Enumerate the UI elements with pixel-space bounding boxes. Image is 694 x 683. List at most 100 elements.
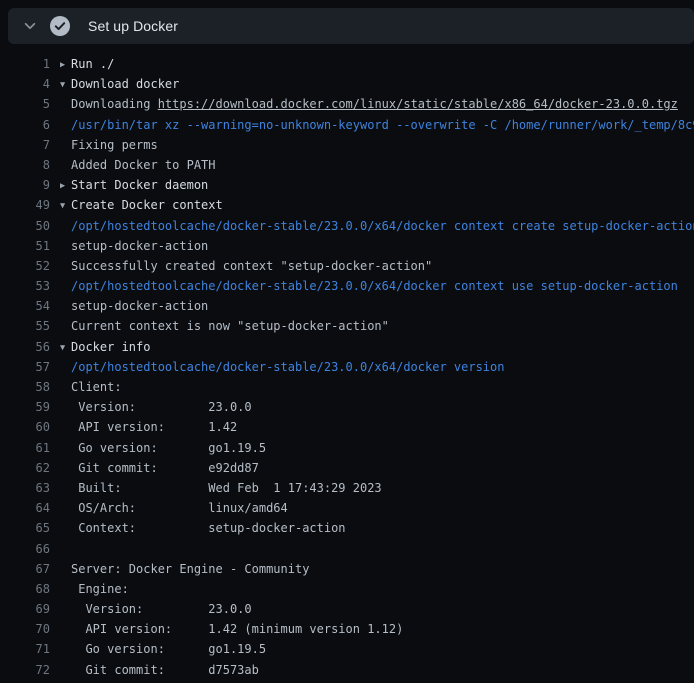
log-line: 64 OS/Arch: linux/amd64 <box>0 498 694 518</box>
line-number[interactable]: 1 <box>0 54 50 74</box>
line-number[interactable]: 66 <box>0 539 50 559</box>
line-number[interactable]: 54 <box>0 296 50 316</box>
line-content: Version: 23.0.0 <box>60 599 252 619</box>
line-content: /opt/hostedtoolcache/docker-stable/23.0.… <box>60 357 504 377</box>
log-text: Go version: go1.19.5 <box>71 642 266 656</box>
line-number[interactable]: 69 <box>0 599 50 619</box>
line-content: Added Docker to PATH <box>60 155 216 175</box>
line-content: Fixing perms <box>60 135 158 155</box>
log-group-row[interactable]: 49▼Create Docker context <box>0 195 694 215</box>
log-line: 50/opt/hostedtoolcache/docker-stable/23.… <box>0 216 694 236</box>
line-content: /opt/hostedtoolcache/docker-stable/23.0.… <box>60 216 694 236</box>
log-line: 5 Downloading https://download.docker.com… <box>0 94 694 114</box>
log-text: Engine: <box>71 582 129 596</box>
line-number[interactable]: 56 <box>0 337 50 357</box>
group-title: Start Docker daemon <box>71 178 208 192</box>
line-number[interactable]: 68 <box>0 579 50 599</box>
line-content: Version: 23.0.0 <box>60 397 252 417</box>
command-text: /opt/hostedtoolcache/docker-stable/23.0.… <box>71 219 694 233</box>
log-text: Built: Wed Feb 1 17:43:29 2023 <box>71 481 382 495</box>
line-content <box>60 539 71 559</box>
command-text: /opt/hostedtoolcache/docker-stable/23.0.… <box>71 360 504 374</box>
line-number[interactable]: 70 <box>0 619 50 639</box>
line-content: API version: 1.42 <box>60 417 237 437</box>
line-content: ▶Start Docker daemon <box>60 175 208 195</box>
log-text: Added Docker to PATH <box>71 158 216 172</box>
step-title: Set up Docker <box>88 18 178 34</box>
log-text: Go version: go1.19.5 <box>71 441 266 455</box>
log-line: 71 Go version: go1.19.5 <box>0 639 694 659</box>
line-number[interactable]: 9 <box>0 175 50 195</box>
command-text: /usr/bin/tar xz --warning=no-unknown-key… <box>71 118 694 132</box>
log-text: Server: Docker Engine - Community <box>71 562 309 576</box>
log-line: 62 Git commit: e92dd87 <box>0 458 694 478</box>
triangle-down-icon[interactable]: ▼ <box>60 196 71 215</box>
line-number[interactable]: 52 <box>0 256 50 276</box>
line-number[interactable]: 62 <box>0 458 50 478</box>
line-number[interactable]: 63 <box>0 478 50 498</box>
log-line: 58Client: <box>0 377 694 397</box>
log-text: Downloading <box>71 97 158 111</box>
line-number[interactable]: 55 <box>0 316 50 336</box>
log-line: 59 Version: 23.0.0 <box>0 397 694 417</box>
line-number[interactable]: 67 <box>0 559 50 579</box>
line-number[interactable]: 60 <box>0 417 50 437</box>
log-group-row[interactable]: 9 ▶Start Docker daemon <box>0 175 694 195</box>
chevron-down-icon[interactable] <box>22 18 38 34</box>
log-text: Git commit: d7573ab <box>71 663 259 677</box>
log-line: 70 API version: 1.42 (minimum version 1.… <box>0 619 694 639</box>
line-number[interactable]: 57 <box>0 357 50 377</box>
log-text: API version: 1.42 <box>71 420 237 434</box>
line-number[interactable]: 64 <box>0 498 50 518</box>
line-number[interactable]: 65 <box>0 518 50 538</box>
log-line: 6/usr/bin/tar xz --warning=no-unknown-ke… <box>0 115 694 135</box>
log-text: Version: 23.0.0 <box>71 602 252 616</box>
log-text: Git commit: e92dd87 <box>71 461 259 475</box>
line-content: Git commit: d7573ab <box>60 660 259 680</box>
log-group-row[interactable]: 4▼Download docker <box>0 74 694 94</box>
download-url-link[interactable]: https://download.docker.com/linux/static… <box>158 97 678 111</box>
line-content: /usr/bin/tar xz --warning=no-unknown-key… <box>60 115 694 135</box>
log-container: 1▶Run ./4▼Download docker5Downloading ht… <box>0 54 694 680</box>
log-line: 60 API version: 1.42 <box>0 417 694 437</box>
line-number[interactable]: 59 <box>0 397 50 417</box>
triangle-down-icon[interactable]: ▼ <box>60 75 71 94</box>
line-number[interactable]: 51 <box>0 236 50 256</box>
line-content: Current context is now "setup-docker-act… <box>60 316 389 336</box>
line-number[interactable]: 53 <box>0 276 50 296</box>
log-text: OS/Arch: linux/amd64 <box>71 501 288 515</box>
line-number[interactable]: 72 <box>0 660 50 680</box>
line-number[interactable]: 5 <box>0 94 50 114</box>
log-text: Context: setup-docker-action <box>71 521 346 535</box>
line-content: setup-docker-action <box>60 296 208 316</box>
line-number[interactable]: 61 <box>0 438 50 458</box>
log-line: 51setup-docker-action <box>0 236 694 256</box>
triangle-right-icon[interactable]: ▶ <box>60 176 71 195</box>
line-number[interactable]: 49 <box>0 195 50 215</box>
log-text: Successfully created context "setup-dock… <box>71 259 432 273</box>
line-number[interactable]: 7 <box>0 135 50 155</box>
line-content: Context: setup-docker-action <box>60 518 346 538</box>
log-line: 66 <box>0 539 694 559</box>
line-number[interactable]: 4 <box>0 74 50 94</box>
log-text: setup-docker-action <box>71 299 208 313</box>
line-content: /opt/hostedtoolcache/docker-stable/23.0.… <box>60 276 678 296</box>
log-group-row[interactable]: 56▼Docker info <box>0 337 694 357</box>
triangle-right-icon[interactable]: ▶ <box>60 55 71 74</box>
log-group-row[interactable]: 1▶Run ./ <box>0 54 694 74</box>
line-content: Git commit: e92dd87 <box>60 458 259 478</box>
line-number[interactable]: 71 <box>0 639 50 659</box>
line-number[interactable]: 8 <box>0 155 50 175</box>
log-text: API version: 1.42 (minimum version 1.12) <box>71 622 403 636</box>
line-content: Downloading https://download.docker.com/… <box>60 94 678 114</box>
step-header[interactable]: Set up Docker <box>8 8 694 44</box>
line-content: Server: Docker Engine - Community <box>60 559 309 579</box>
line-content: Successfully created context "setup-dock… <box>60 256 432 276</box>
line-number[interactable]: 58 <box>0 377 50 397</box>
line-number[interactable]: 50 <box>0 216 50 236</box>
line-number[interactable]: 6 <box>0 115 50 135</box>
triangle-down-icon[interactable]: ▼ <box>60 338 71 357</box>
log-text: Fixing perms <box>71 138 158 152</box>
log-line: 63 Built: Wed Feb 1 17:43:29 2023 <box>0 478 694 498</box>
line-content: API version: 1.42 (minimum version 1.12) <box>60 619 403 639</box>
